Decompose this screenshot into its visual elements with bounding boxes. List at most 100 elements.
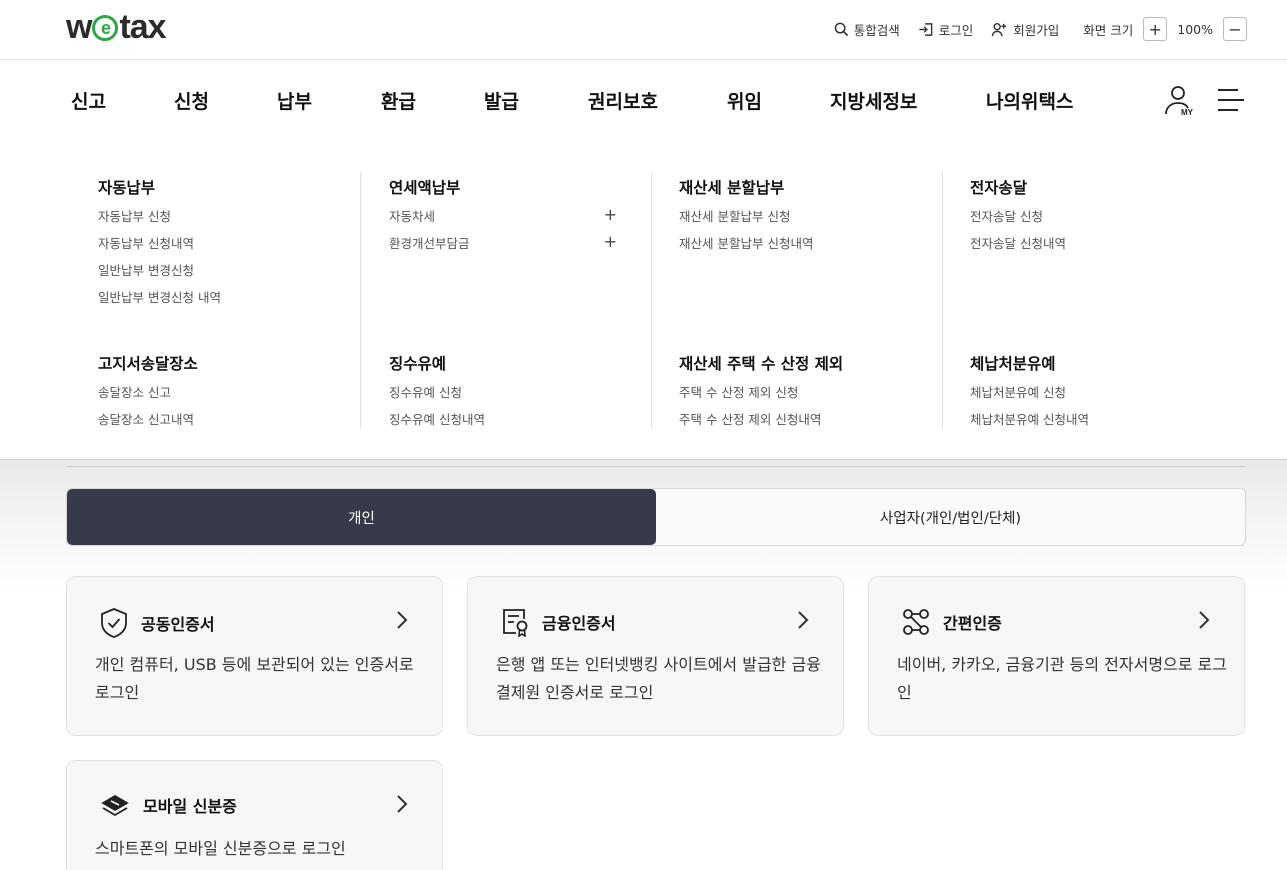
mega-menu-column-2: 연세액납부 자동차세 + 환경개선부담금 + 징수유예 징수유예 신청 징수유예 신…: [361, 172, 652, 429]
logo-text-right: tax: [119, 8, 166, 46]
menu-link[interactable]: 전자송달 신청내역: [970, 236, 1230, 263]
network-icon: [903, 609, 929, 635]
login-link[interactable]: 로그인: [918, 20, 974, 39]
menu-link[interactable]: 자동차세 +: [389, 207, 617, 236]
card-title: 간편인증: [943, 614, 1002, 633]
menu-group-property-installment: 재산세 분할납부 재산세 분할납부 신청 재산세 분할납부 신청내역: [679, 176, 939, 263]
menu-group-annual-payment: 연세액납부 자동차세 + 환경개선부담금 +: [389, 176, 617, 263]
divider: [66, 466, 1246, 467]
menu-group-house-count-exclusion: 재산세 주택 수 산정 제외 주택 수 산정 제외 신청 주택 수 산정 제외 …: [679, 352, 939, 439]
card-description: 은행 앱 또는 인터넷뱅킹 사이트에서 발급한 금융결제원 인증서로 로그인: [496, 655, 821, 702]
menu-group-disposition-deferral: 체납처분유예 체납처분유예 신청 체납처분유예 신청내역: [970, 352, 1230, 439]
card-title: 공동인증서: [141, 615, 215, 634]
menu-link[interactable]: 징수유예 신청: [389, 385, 649, 412]
menu-link[interactable]: 주택 수 산정 제외 신청: [679, 385, 939, 412]
chevron-right-icon: [798, 611, 809, 629]
menu-group-title[interactable]: 연세액납부: [389, 176, 617, 198]
card-description: 스마트폰의 모바일 신분증으로 로그인: [95, 839, 346, 858]
expand-icon[interactable]: +: [604, 207, 617, 223]
tab-personal[interactable]: 개인: [67, 489, 656, 545]
certificate-icon: [503, 609, 528, 637]
payment-mega-menu: 자동납부 자동납부 신청 자동납부 신청내역 일반납부 변경신청 일반납부 변경…: [0, 140, 1287, 460]
logo-text-left: w: [66, 8, 92, 46]
zoom-label: 화면 크기: [1083, 22, 1134, 38]
menu-link[interactable]: 송달장소 신고내역: [98, 412, 358, 439]
nav-item-delegation[interactable]: 위임: [727, 87, 762, 114]
nav-item-issue[interactable]: 발급: [484, 87, 519, 114]
card-description: 네이버, 카카오, 금융기관 등의 전자서명으로 로그인: [897, 655, 1228, 702]
mega-menu-column-3: 재산세 분할납부 재산세 분할납부 신청 재산세 분할납부 신청내역 재산세 주…: [652, 172, 943, 429]
chevron-right-icon: [397, 611, 408, 629]
search-icon: [834, 22, 848, 36]
menu-group-electronic-delivery: 전자송달 전자송달 신청 전자송달 신청내역: [970, 176, 1230, 263]
menu-link[interactable]: 자동납부 신청내역: [98, 236, 358, 263]
menu-link[interactable]: 체납처분유예 신청내역: [970, 412, 1230, 439]
nav-item-apply[interactable]: 신청: [174, 87, 209, 114]
menu-group-auto-payment: 자동납부 자동납부 신청 자동납부 신청내역 일반납부 변경신청 일반납부 변경…: [98, 176, 358, 317]
menu-link[interactable]: 일반납부 변경신청 내역: [98, 290, 358, 317]
mega-menu-column-1: 자동납부 자동납부 신청 자동납부 신청내역 일반납부 변경신청 일반납부 변경…: [70, 172, 361, 429]
search-link[interactable]: 통합검색: [834, 20, 900, 39]
mobile-id-icon: [101, 794, 129, 817]
login-label: 로그인: [938, 22, 974, 38]
svg-text:MY: MY: [1181, 108, 1194, 117]
nav-item-local-tax-info[interactable]: 지방세정보: [830, 87, 917, 114]
signup-link[interactable]: 회원가입: [991, 20, 1059, 39]
zoom-value: 100%: [1177, 21, 1213, 37]
financial-certificate-card[interactable]: 금융인증서 은행 앱 또는 인터넷뱅킹 사이트에서 발급한 금융결제원 인증서로…: [467, 576, 844, 736]
menu-group-collection-deferral: 징수유예 징수유예 신청 징수유예 신청내역: [389, 352, 649, 439]
card-header: 금융인증서: [500, 607, 616, 637]
menu-group-title[interactable]: 체납처분유예: [970, 352, 1230, 374]
main-nav: 신고 신청 납부 환급 발급 권리보호 위임 지방세정보 나의위택스 MY: [0, 60, 1287, 140]
zoom-in-button[interactable]: +: [1143, 17, 1168, 41]
login-icon: [919, 22, 933, 36]
tab-business[interactable]: 사업자(개인/법인/단체): [656, 489, 1245, 545]
menu-group-title[interactable]: 징수유예: [389, 352, 649, 374]
wetax-logo[interactable]: w e tax: [66, 8, 167, 47]
nav-item-rights[interactable]: 권리보호: [588, 87, 658, 114]
card-title: 모바일 신분증: [143, 797, 237, 816]
search-label: 통합검색: [853, 22, 900, 38]
menu-link[interactable]: 송달장소 신고: [98, 385, 358, 412]
card-title: 금융인증서: [542, 614, 616, 633]
nav-item-refund[interactable]: 환급: [381, 87, 416, 114]
menu-link[interactable]: 재산세 분할납부 신청내역: [679, 236, 939, 263]
chevron-right-icon: [397, 795, 408, 813]
card-header: 공동인증서: [99, 607, 215, 639]
menu-group-title[interactable]: 전자송달: [970, 176, 1230, 198]
card-description: 개인 컴퓨터, USB 등에 보관되어 있는 인증서로 로그인: [95, 655, 414, 702]
menu-link[interactable]: 재산세 분할납부 신청: [679, 209, 939, 236]
menu-group-title[interactable]: 자동납부: [98, 176, 358, 198]
joint-certificate-card[interactable]: 공동인증서 개인 컴퓨터, USB 등에 보관되어 있는 인증서로 로그인: [66, 576, 443, 736]
menu-group-title[interactable]: 재산세 주택 수 산정 제외: [679, 352, 939, 374]
menu-link[interactable]: 자동납부 신청: [98, 209, 358, 236]
nav-item-payment[interactable]: 납부: [277, 87, 312, 114]
all-menu-icon[interactable]: [1218, 88, 1244, 112]
zoom-out-button[interactable]: −: [1223, 17, 1247, 41]
menu-link[interactable]: 환경개선부담금 +: [389, 234, 617, 263]
signup-label: 회원가입: [1013, 22, 1060, 38]
nav-item-my-wetax[interactable]: 나의위택스: [986, 87, 1073, 114]
top-utility-bar: w e tax 통합검색 로그인 회원가입 화면 크기 + 100% −: [0, 0, 1287, 60]
menu-link[interactable]: 주택 수 산정 제외 신청내역: [679, 412, 939, 439]
nav-item-report[interactable]: 신고: [71, 87, 106, 114]
my-page-icon[interactable]: MY: [1163, 84, 1197, 118]
menu-group-title[interactable]: 고지서송달장소: [98, 352, 358, 374]
utility-menu: 통합검색 로그인 회원가입 화면 크기 + 100% −: [816, 17, 1247, 41]
card-header: 간편인증: [901, 607, 1002, 637]
expand-icon[interactable]: +: [604, 234, 617, 250]
menu-link-label: 자동차세: [389, 209, 436, 224]
menu-link[interactable]: 징수유예 신청내역: [389, 412, 649, 439]
mobile-id-card[interactable]: 모바일 신분증 스마트폰의 모바일 신분증으로 로그인: [66, 760, 443, 870]
shield-check-icon: [101, 608, 127, 638]
simple-auth-card[interactable]: 간편인증 네이버, 카카오, 금융기관 등의 전자서명으로 로그인: [868, 576, 1245, 736]
menu-link[interactable]: 체납처분유예 신청: [970, 385, 1230, 412]
menu-link[interactable]: 전자송달 신청: [970, 209, 1230, 236]
menu-link-label: 환경개선부담금: [389, 236, 470, 251]
login-type-tabs: 개인 사업자(개인/법인/단체): [66, 488, 1246, 546]
menu-group-delivery-place: 고지서송달장소 송달장소 신고 송달장소 신고내역: [98, 352, 358, 439]
menu-group-title[interactable]: 재산세 분할납부: [679, 176, 939, 198]
menu-link[interactable]: 일반납부 변경신청: [98, 263, 358, 290]
chevron-right-icon: [1199, 611, 1210, 629]
card-header: 모바일 신분증: [99, 791, 237, 819]
